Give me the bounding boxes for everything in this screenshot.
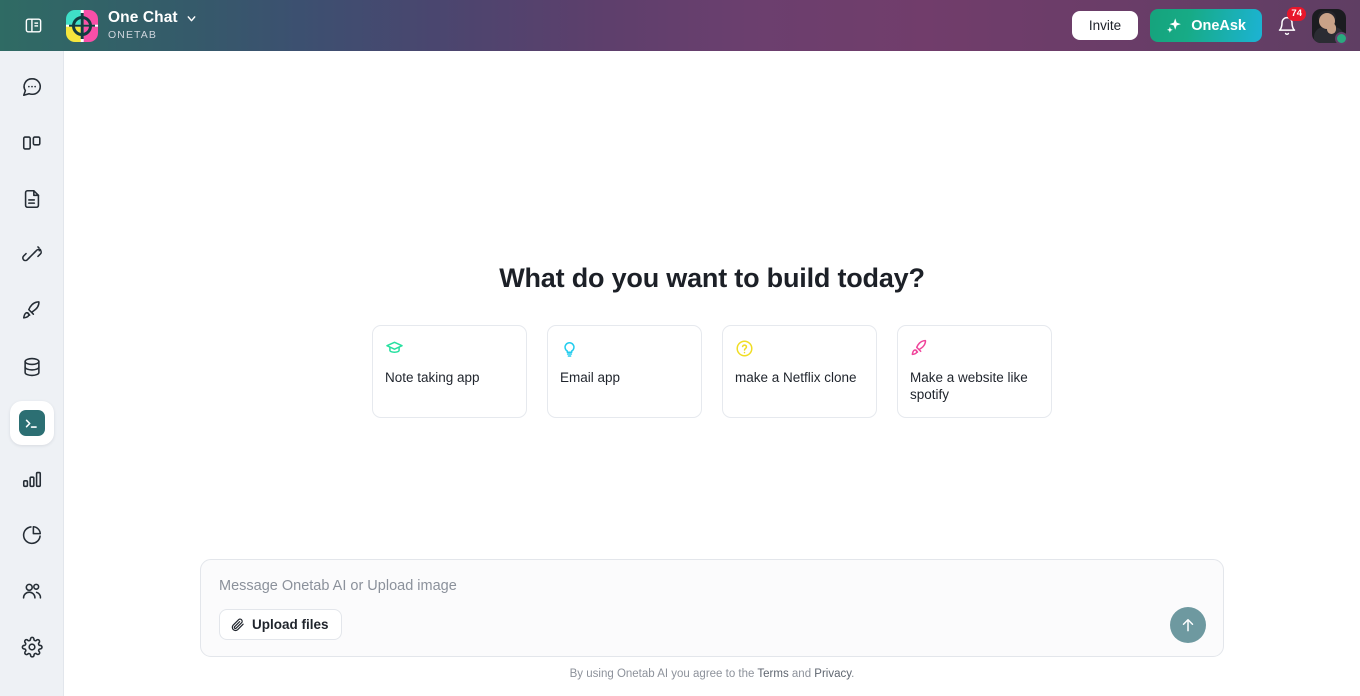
terminal-icon bbox=[19, 410, 45, 436]
terms-link[interactable]: Terms bbox=[757, 668, 788, 680]
gear-icon bbox=[21, 636, 43, 658]
paperclip-icon bbox=[230, 617, 245, 632]
sidebar-rail bbox=[0, 51, 64, 696]
suggestion-card-email-app[interactable]: Email app bbox=[547, 325, 702, 418]
sidebar-item-database[interactable] bbox=[10, 345, 54, 389]
online-status-dot bbox=[1335, 32, 1348, 45]
suggestion-card-label: make a Netflix clone bbox=[735, 370, 864, 387]
oneask-label: OneAsk bbox=[1191, 18, 1246, 34]
send-button[interactable] bbox=[1170, 607, 1206, 643]
avatar[interactable] bbox=[1312, 9, 1346, 43]
sidebar-item-settings[interactable] bbox=[10, 625, 54, 669]
document-icon bbox=[21, 188, 43, 210]
legal-mid: and bbox=[789, 668, 815, 680]
notifications-button[interactable]: 74 bbox=[1274, 12, 1300, 40]
legal-disclaimer: By using Onetab AI you agree to the Term… bbox=[570, 668, 855, 680]
sidebar-item-documents[interactable] bbox=[10, 177, 54, 221]
upload-files-label: Upload files bbox=[252, 617, 329, 632]
sidebar-item-analytics[interactable] bbox=[10, 457, 54, 501]
users-icon bbox=[21, 580, 43, 602]
onetab-logo-icon bbox=[66, 10, 98, 42]
sidebar-item-launch[interactable] bbox=[10, 289, 54, 333]
database-icon bbox=[21, 356, 43, 378]
question-circle-icon bbox=[735, 339, 754, 358]
sidebar-item-chat[interactable] bbox=[10, 65, 54, 109]
panel-left-icon bbox=[24, 16, 43, 35]
bar-chart-icon bbox=[21, 468, 43, 490]
rocket-icon bbox=[910, 339, 929, 358]
suggestion-card-netflix-clone[interactable]: make a Netflix clone bbox=[722, 325, 877, 418]
brand-title: One Chat bbox=[108, 10, 178, 26]
invite-button[interactable]: Invite bbox=[1072, 11, 1138, 40]
message-composer[interactable]: Message Onetab AI or Upload image Upload… bbox=[200, 559, 1224, 657]
top-bar: One Chat ONETAB Invite OneAsk 74 bbox=[0, 0, 1360, 51]
sidebar-toggle-button[interactable] bbox=[18, 11, 48, 41]
suggestion-card-note-taking-app[interactable]: Note taking app bbox=[372, 325, 527, 418]
suggestion-cards: Note taking app Email app make a Netflix… bbox=[372, 325, 1052, 418]
message-input[interactable]: Message Onetab AI or Upload image bbox=[219, 578, 1205, 594]
notification-badge: 74 bbox=[1287, 7, 1306, 22]
brand-subtitle: ONETAB bbox=[108, 30, 198, 41]
suggestion-card-spotify-website[interactable]: Make a website like spotify bbox=[897, 325, 1052, 418]
topbar-actions: Invite OneAsk 74 bbox=[1072, 9, 1346, 43]
legal-prefix: By using Onetab AI you agree to the bbox=[570, 668, 758, 680]
upload-files-button[interactable]: Upload files bbox=[219, 609, 342, 640]
graduation-cap-icon bbox=[385, 339, 404, 358]
sparkles-icon bbox=[1166, 17, 1183, 34]
privacy-link[interactable]: Privacy bbox=[814, 668, 851, 680]
columns-icon bbox=[21, 132, 43, 154]
rocket-icon bbox=[21, 300, 43, 322]
legal-suffix: . bbox=[851, 668, 854, 680]
main-content: What do you want to build today? Note ta… bbox=[64, 51, 1360, 696]
suggestion-card-label: Email app bbox=[560, 370, 689, 387]
suggestion-card-label: Make a website like spotify bbox=[910, 370, 1039, 404]
arrow-up-icon bbox=[1179, 616, 1197, 634]
composer-zone: Message Onetab AI or Upload image Upload… bbox=[64, 559, 1360, 696]
brand-switcher[interactable]: One Chat ONETAB bbox=[66, 10, 198, 42]
sidebar-item-board[interactable] bbox=[10, 121, 54, 165]
sidebar-item-terminal[interactable] bbox=[10, 401, 54, 445]
chevron-down-icon[interactable] bbox=[185, 12, 198, 25]
hero-section: What do you want to build today? Note ta… bbox=[64, 51, 1360, 418]
suggestion-card-label: Note taking app bbox=[385, 370, 514, 387]
page-title: What do you want to build today? bbox=[499, 263, 925, 294]
sidebar-item-connections[interactable] bbox=[10, 233, 54, 277]
lightbulb-icon bbox=[560, 339, 579, 358]
plug-icon bbox=[21, 244, 43, 266]
oneask-button[interactable]: OneAsk bbox=[1150, 9, 1262, 42]
sidebar-item-team[interactable] bbox=[10, 569, 54, 613]
chat-bubble-icon bbox=[21, 76, 43, 98]
pie-chart-icon bbox=[21, 524, 43, 546]
sidebar-item-reports[interactable] bbox=[10, 513, 54, 557]
